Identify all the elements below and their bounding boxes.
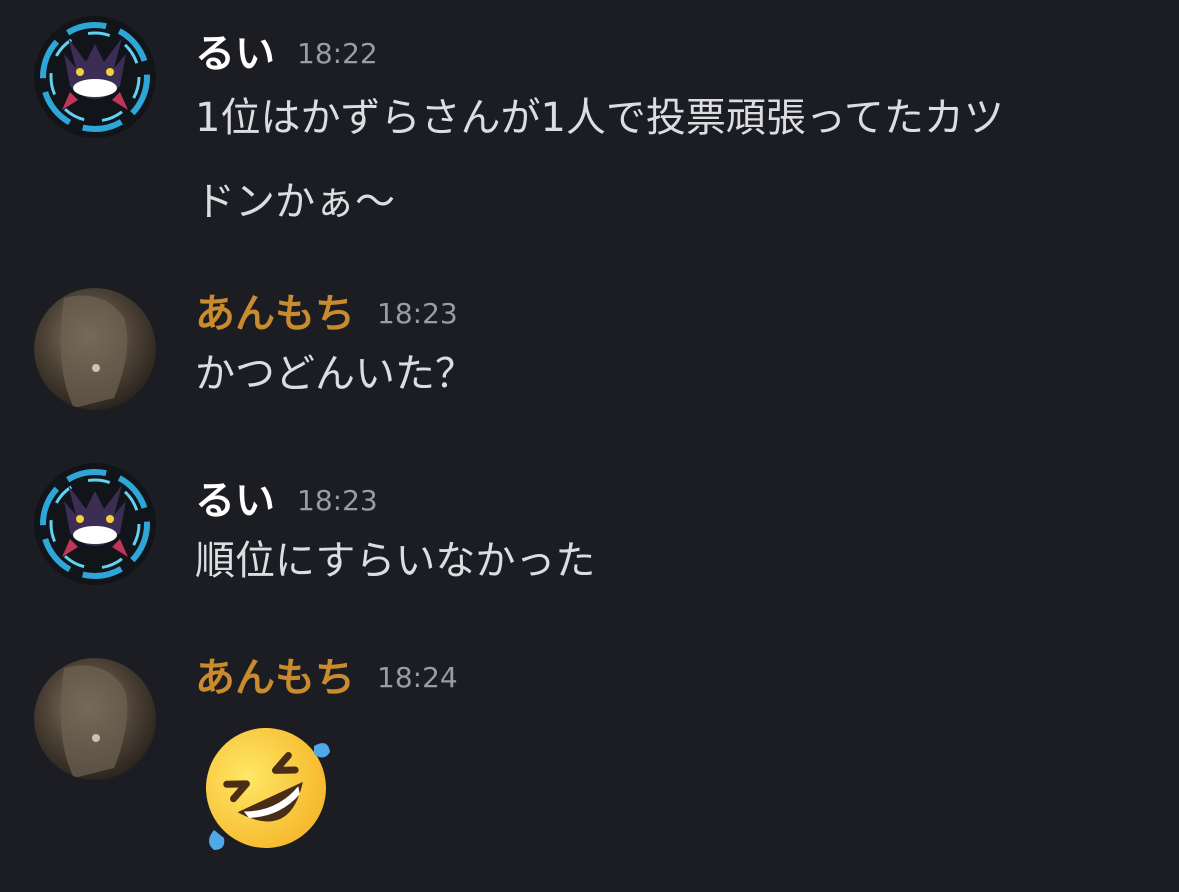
- author-name-text: あんもち: [195, 291, 355, 337]
- message-text-line: かつどんいた？: [195, 351, 475, 397]
- message-text-line: ドンかぁ〜: [195, 179, 395, 225]
- timestamp: 18:24: [377, 661, 458, 694]
- message-item[interactable]: あんもち 18:24: [0, 640, 1179, 880]
- author-name-text: るい: [195, 478, 275, 524]
- user-avatar-photo[interactable]: [34, 658, 156, 780]
- author-name[interactable]: あんもち 18:24: [195, 654, 458, 702]
- author-name[interactable]: あんもち 18:23: [195, 290, 458, 338]
- message-text: 1位はかずらさんが1人で投票頑張ってたカツ ドンかぁ〜: [195, 76, 1155, 244]
- message-text: 順位にすらいなかった: [195, 519, 1155, 603]
- timestamp: 18:23: [297, 484, 378, 517]
- user-avatar-photo[interactable]: [34, 288, 156, 410]
- author-name[interactable]: るい 18:23: [195, 477, 378, 525]
- message-item[interactable]: るい 18:23 順位にすらいなかった: [0, 455, 1179, 625]
- author-name[interactable]: るい 18:22: [195, 30, 378, 78]
- message-text: かつどんいた？: [195, 332, 1155, 416]
- timestamp: 18:22: [297, 37, 378, 70]
- author-name-text: あんもち: [195, 655, 355, 701]
- user-avatar-gengar[interactable]: [34, 463, 156, 585]
- timestamp: 18:23: [377, 297, 458, 330]
- message-text-line: 順位にすらいなかった: [195, 538, 596, 584]
- message-item[interactable]: るい 18:22 1位はかずらさんが1人で投票頑張ってたカツ ドンかぁ〜: [0, 0, 1179, 250]
- message-item[interactable]: あんもち 18:23 かつどんいた？: [0, 270, 1179, 430]
- author-name-text: るい: [195, 31, 275, 77]
- rolling-on-the-floor-laughing-emoji: [196, 718, 336, 858]
- message-text-line: 1位はかずらさんが1人で投票頑張ってたカツ: [195, 95, 1004, 141]
- user-avatar-gengar[interactable]: [34, 16, 156, 138]
